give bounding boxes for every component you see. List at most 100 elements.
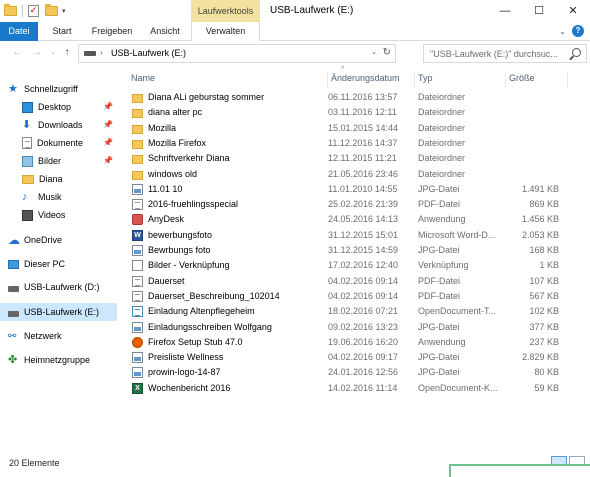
file-row[interactable]: windows old 21.05.2016 23:46 Dateiordner [117,167,590,182]
context-tab-laufwerktools: Laufwerktools [191,0,260,22]
nav-item-downloads[interactable]: ⬇ Downloads 📌 [0,116,117,134]
file-name: diana alter pc [148,107,203,118]
file-row[interactable]: Diana ALi geburstag sommer 06.11.2016 13:… [117,90,590,105]
recent-locations-icon[interactable]: ⌄ [46,46,60,60]
pin-icon[interactable]: 📌 [103,120,113,129]
search-placeholder[interactable]: "USB-Laufwerk (E:)" durchsuc... [430,49,568,59]
file-date: 14.02.2016 11:14 [328,382,398,393]
nav-item-label: Musik [38,192,62,202]
file-row[interactable]: Schriftverkehr Diana 12.11.2015 11:21 Date… [117,151,590,166]
file-row[interactable]: AnyDesk 24.05.2016 14:13 Anwendung 1.456 KB [117,212,590,227]
pin-icon[interactable]: 📌 [103,102,113,111]
ribbon-tabs: Datei Start Freigeben Ansicht Verwalten … [0,22,590,42]
tab-verwalten[interactable]: Verwalten [191,22,260,42]
tab-datei[interactable]: Datei [0,22,38,41]
expand-ribbon-icon[interactable]: ⌄ [559,27,566,36]
spreadsheet-icon: X [132,382,143,394]
nav-item-schnellzugriff[interactable]: ★ Schnellzugriff [0,80,117,98]
file-row[interactable]: 2016-fruehlingsspecial 25.02.2016 21:39 PD… [117,197,590,212]
search-box[interactable]: "USB-Laufwerk (E:)" durchsuc... [423,44,587,63]
file-date: 18.02.2016 07:21 [328,306,399,317]
address-bar[interactable]: › USB-Laufwerk (E:) ⌄ ↻ [78,44,396,63]
new-folder-icon[interactable] [45,4,58,16]
file-row[interactable]: 11.01 10 11.01.2010 14:55 JPG-Datei 1.491 K… [117,182,590,197]
file-name: Einladungsschreiben Wolfgang [148,321,272,332]
file-row[interactable]: Bilder - Verknüpfung 17.02.2016 12:40 Verk… [117,258,590,273]
file-name: Preisliste Wellness [148,352,224,363]
nav-item-desktop[interactable]: Desktop 📌 [0,98,117,116]
nav-item-usb-d[interactable]: USB-Laufwerk (D:) [0,278,117,296]
tab-freigeben[interactable]: Freigeben [88,22,136,41]
file-row[interactable]: Wbewerbungsfoto 31.12.2015 15:01 Microsoft… [117,228,590,243]
file-row[interactable]: Bewrbungs foto 31.12.2015 14:59 JPG-Datei 1… [117,243,590,258]
nav-item-dokumente[interactable]: Dokumente 📌 [0,134,117,152]
pin-icon[interactable]: 📌 [103,138,113,147]
file-size: 59 KB [534,382,559,393]
pin-icon[interactable]: 📌 [103,156,113,165]
nav-item-netzwerk[interactable]: ⚯ Netzwerk [0,327,117,345]
nav-item-heimnetzgruppe[interactable]: ✤ Heimnetzgruppe [0,351,117,369]
file-row[interactable]: Mozilla 15.01.2015 14:44 Dateiordner [117,121,590,136]
nav-item-dieser-pc[interactable]: Dieser PC [0,255,117,273]
nav-item-musik[interactable]: ♪ Musik [0,188,117,206]
close-button[interactable]: ✕ [556,0,590,22]
tab-ansicht[interactable]: Ansicht [140,22,190,41]
file-date: 17.02.2016 12:40 [328,260,399,271]
file-type: JPG-Datei [418,245,460,255]
file-row[interactable]: Einladungsschreiben Wolfgang 09.02.2016 1… [117,320,590,335]
file-name: bewerbungsfoto [148,229,213,240]
file-date: 04.02.2016 09:14 [328,290,399,301]
refresh-icon[interactable]: ↻ [383,47,391,58]
address-row: ← → ⌄ ↑ › USB-Laufwerk (E:) ⌄ ↻ "USB-Lau… [0,41,590,66]
folder-icon[interactable] [4,4,17,16]
file-row[interactable]: Dauerset_Beschreibung_102014 04.02.2016 0… [117,289,590,304]
file-row[interactable]: prowin-logo-14-87 24.01.2016 12:56 JPG-Dat… [117,365,590,380]
column-divider[interactable] [567,73,568,87]
file-type: Anwendung [418,336,466,347]
tab-start[interactable]: Start [42,22,82,41]
address-dropdown-icon[interactable]: ⌄ [371,48,377,56]
column-date[interactable]: Änderungsdatum [327,73,400,87]
file-date: 03.11.2016 12:11 [328,107,397,118]
nav-item-diana[interactable]: Diana [0,170,117,188]
file-type: Microsoft Word-D... [418,229,496,240]
file-size: 80 KB [534,367,559,378]
breadcrumb-separator-icon[interactable]: › [100,48,103,57]
file-row[interactable]: Mozilla Firefox 11.12.2016 14:37 Dateiordn… [117,136,590,151]
file-row[interactable]: X Wochenbericht 2016 14.02.2016 11:14 OpenD… [117,381,590,396]
music-icon: ♪ [22,190,28,203]
nav-item-label: Videos [38,210,66,220]
file-date: 25.02.2016 21:39 [328,199,399,210]
search-icon[interactable] [572,48,581,57]
properties-icon[interactable]: ✓ [28,5,39,17]
nav-item-onedrive[interactable]: ☁ OneDrive [0,231,117,249]
file-row[interactable]: Dauerset 04.02.2016 09:14 PDF-Datei 107 KB [117,274,590,289]
nav-item-videos[interactable]: Videos [0,206,117,224]
nav-item-usb-e[interactable]: USB-Laufwerk (E:) [0,303,117,321]
help-icon[interactable]: ? [572,25,584,37]
address-path[interactable]: USB-Laufwerk (E:) [111,48,186,58]
up-arrow-icon[interactable]: ↑ [60,46,74,60]
customize-toolbar-icon[interactable]: ▾ [62,7,66,15]
file-date: 31.12.2015 15:01 [328,229,399,240]
forward-arrow-icon[interactable]: → [30,46,44,60]
maximize-button[interactable]: ☐ [522,0,556,22]
drive-icon [84,51,96,56]
file-row[interactable]: Preisliste Wellness 04.02.2016 09:17 JPG-D… [117,350,590,365]
nav-item-bilder[interactable]: Bilder 📌 [0,152,117,170]
window-controls: — ☐ ✕ [488,0,590,22]
file-row[interactable]: Einladung Altenpflegeheim 18.02.2016 07:2… [117,304,590,319]
column-name[interactable]: Name [131,73,155,87]
image-file-icon [132,367,143,379]
file-date: 21.05.2016 23:46 [328,168,399,179]
file-date: 15.01.2015 14:44 [328,122,399,133]
file-row[interactable]: diana alter pc 03.11.2016 12:11 Dateiordne… [117,105,590,120]
nav-item-label: USB-Laufwerk (E:) [24,307,100,317]
file-name: Mozilla [148,122,177,133]
file-row[interactable]: Firefox Setup Stub 47.0 19.06.2016 16:20 A… [117,335,590,350]
minimize-button[interactable]: — [488,0,522,22]
back-arrow-icon[interactable]: ← [10,46,24,60]
column-type[interactable]: Typ [414,73,433,87]
column-size[interactable]: Größe [505,73,535,87]
ribbon-right-controls: ⌄ ? [559,25,584,37]
